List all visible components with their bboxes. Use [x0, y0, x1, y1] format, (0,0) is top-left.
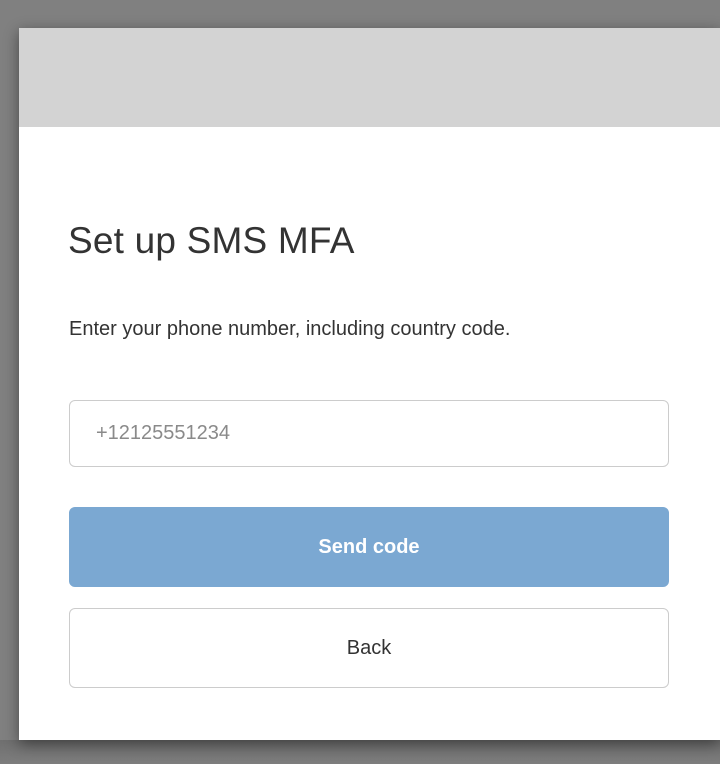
- phone-instructions: Enter your phone number, including count…: [69, 318, 511, 340]
- phone-number-input[interactable]: [69, 400, 669, 467]
- dialog-title: Set up SMS MFA: [68, 220, 355, 261]
- send-code-button[interactable]: Send code: [69, 507, 669, 587]
- back-button[interactable]: Back: [69, 608, 669, 688]
- modal-backdrop: [0, 740, 720, 764]
- mfa-setup-dialog: Set up SMS MFA Enter your phone number, …: [19, 28, 720, 740]
- dialog-header: [19, 28, 720, 127]
